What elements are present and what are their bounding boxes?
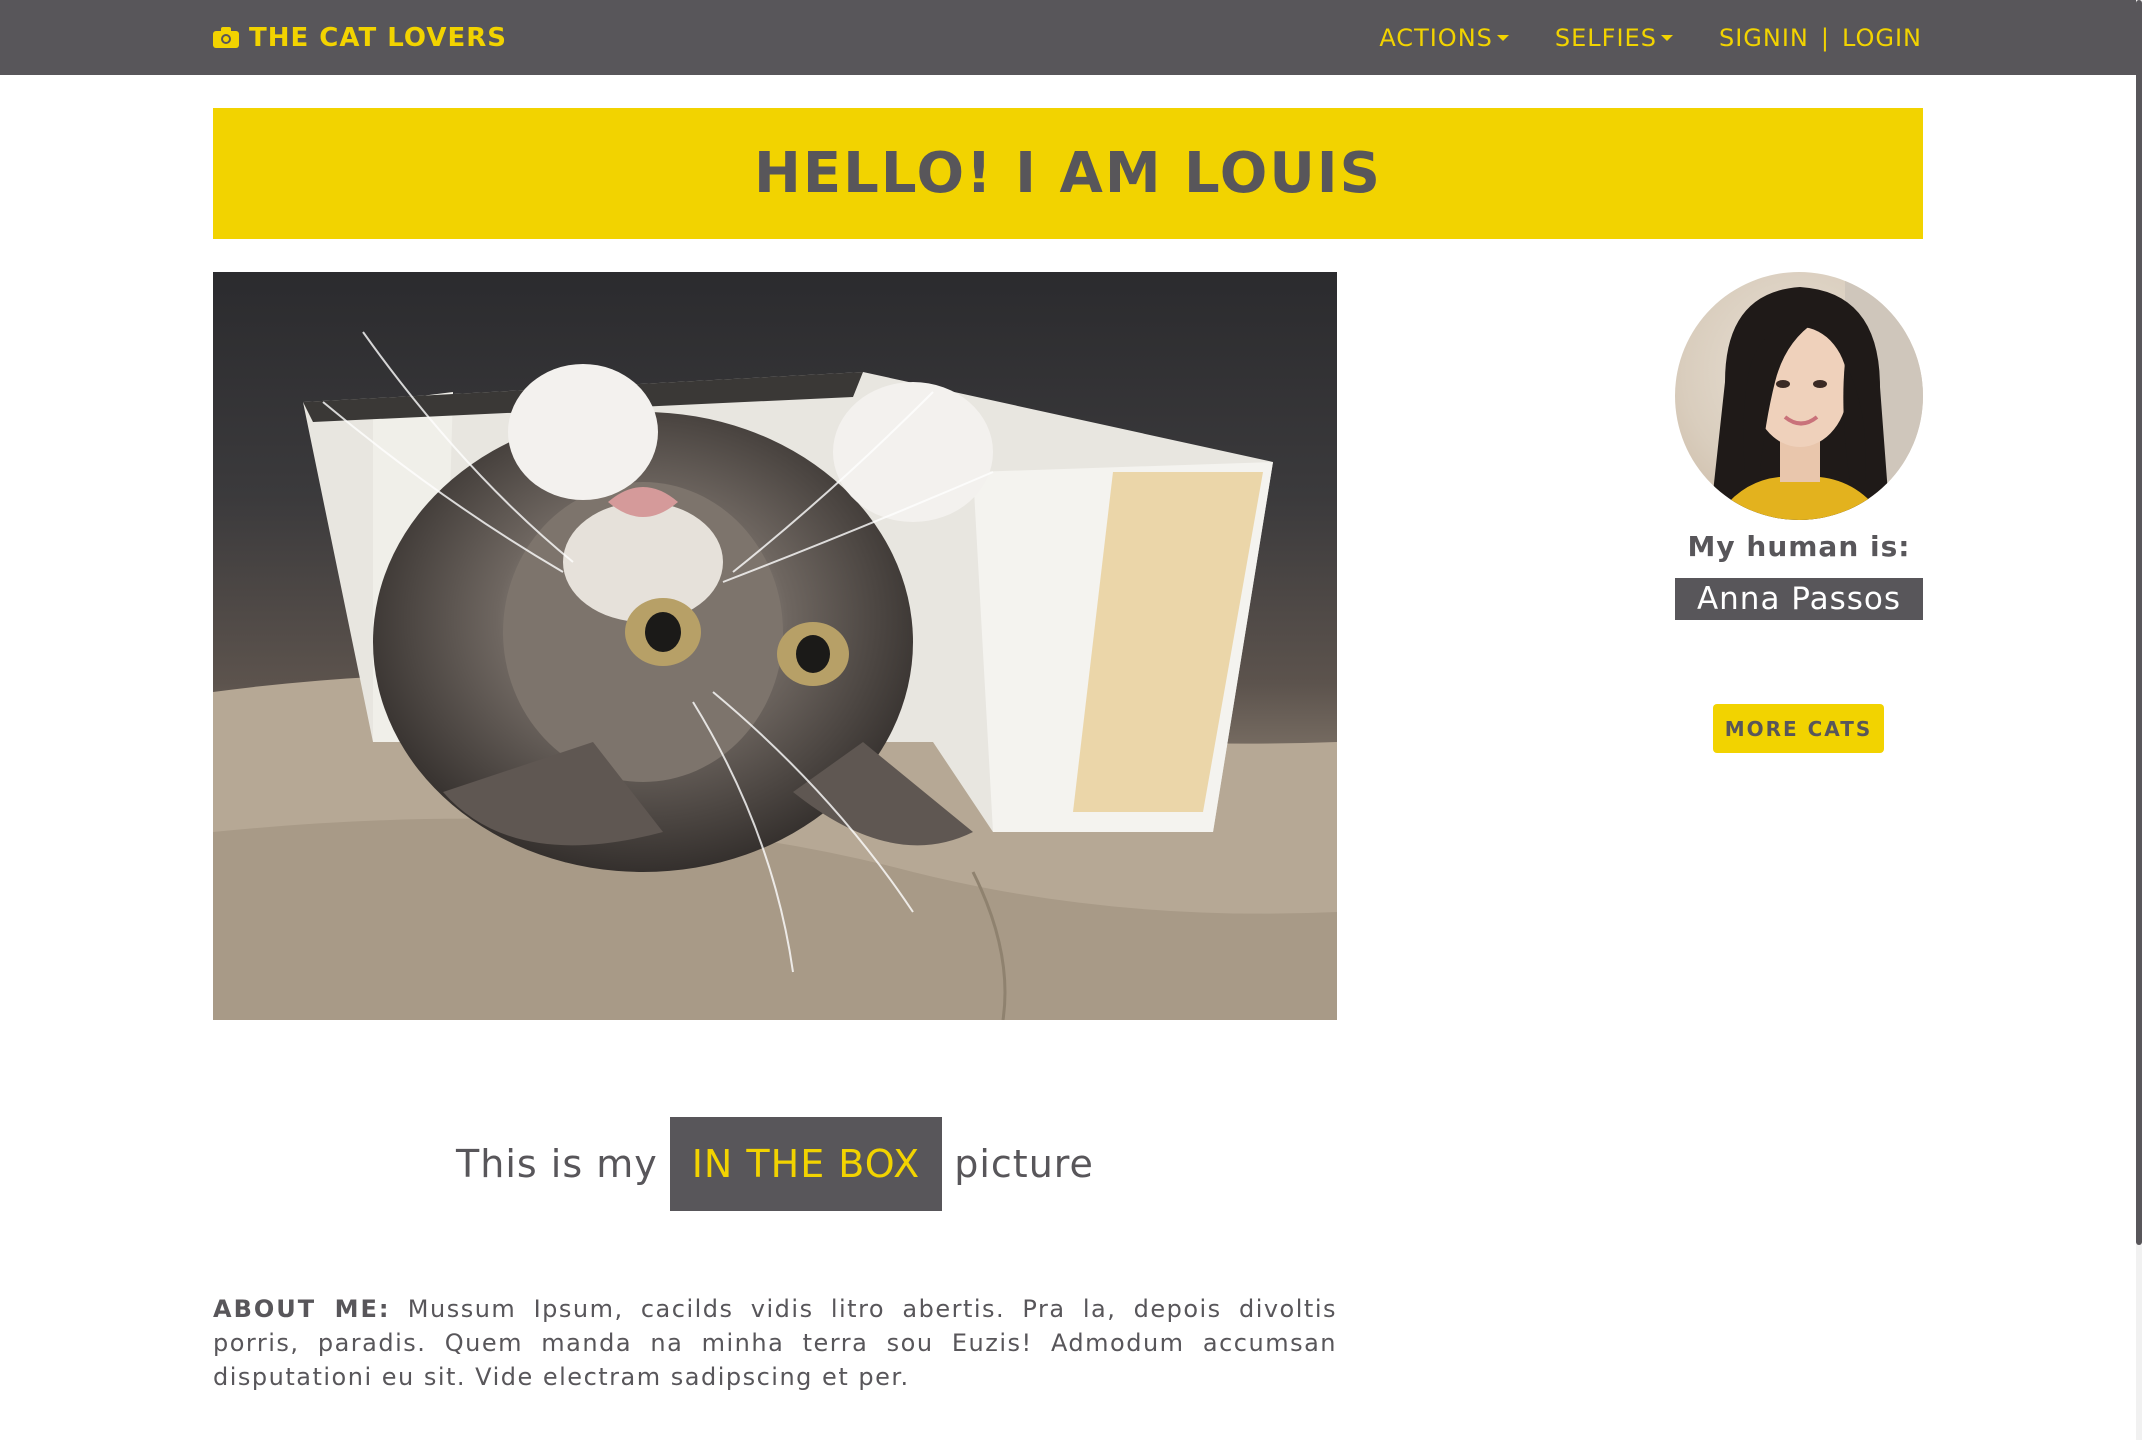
caret-down-icon xyxy=(1660,34,1673,41)
camera-icon xyxy=(213,27,239,48)
about-me: ABOUT ME: Mussum Ipsum, cacilds vidis li… xyxy=(213,1292,1337,1394)
human-portrait xyxy=(1710,272,1923,520)
nav-menu: ACTIONS SELFIES SIGNIN | LOGIN xyxy=(1379,0,1922,75)
page-title: HELLO! I AM LOUIS xyxy=(754,141,1382,206)
actions-label: ACTIONS xyxy=(1379,23,1493,52)
actions-dropdown[interactable]: ACTIONS xyxy=(1379,24,1509,52)
human-avatar xyxy=(1675,272,1923,520)
caption-tag: IN THE BOX xyxy=(669,1117,943,1211)
cat-photo xyxy=(213,272,1337,1020)
human-name: Anna Passos xyxy=(1675,578,1923,620)
more-cats-button[interactable]: MORE CATS xyxy=(1713,704,1884,753)
about-label: ABOUT ME: xyxy=(213,1295,391,1323)
caret-down-icon xyxy=(1496,34,1509,41)
selfies-dropdown[interactable]: SELFIES xyxy=(1555,24,1673,52)
scrollbar-thumb[interactable] xyxy=(2136,0,2142,1245)
human-label: My human is: xyxy=(1687,530,1911,563)
nav-separator: | xyxy=(1820,23,1830,52)
brand-link[interactable]: THE CAT LOVERS xyxy=(213,0,507,75)
top-navbar: THE CAT LOVERS ACTIONS SELFIES SIGNIN | … xyxy=(0,0,2142,75)
title-banner: HELLO! I AM LOUIS xyxy=(213,108,1923,239)
auth-links: SIGNIN | LOGIN xyxy=(1719,24,1922,52)
cat-in-box-illustration xyxy=(213,331,1337,1020)
caption-prefix: This is my xyxy=(456,1142,658,1186)
signin-link[interactable]: SIGNIN xyxy=(1719,24,1809,52)
caption-suffix: picture xyxy=(954,1142,1094,1186)
brand-name: THE CAT LOVERS xyxy=(249,22,507,53)
selfies-label: SELFIES xyxy=(1554,23,1657,52)
login-link[interactable]: LOGIN xyxy=(1842,24,1922,52)
photo-caption: This is my IN THE BOX picture xyxy=(213,1117,1337,1211)
